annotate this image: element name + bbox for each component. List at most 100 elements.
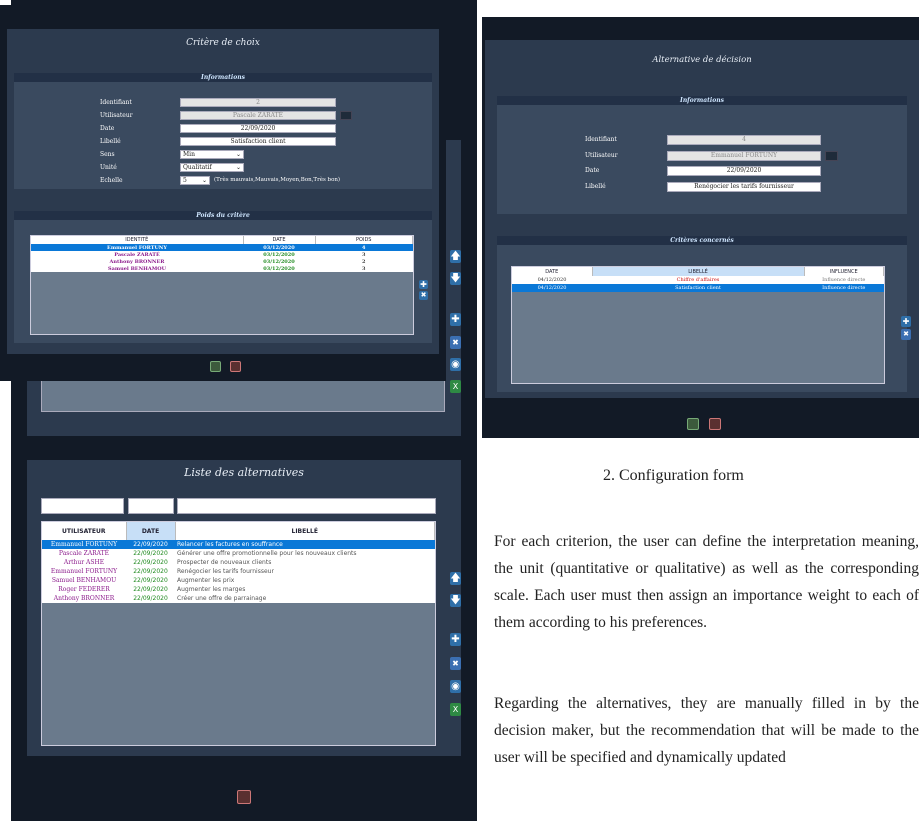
filter-date-input[interactable] xyxy=(128,498,174,514)
sens-value: Min xyxy=(183,151,195,158)
label-utilisateur: Utilisateur xyxy=(100,112,133,119)
list-cross-icon[interactable]: ✖ xyxy=(450,657,461,670)
list-arrow-down-icon[interactable]: 🡇 xyxy=(450,594,461,607)
cell-weight: 3 xyxy=(362,265,366,272)
cell-label: Satisfaction client xyxy=(592,284,804,292)
alternatives-list-panel: Liste des alternatives UTILISATEUR DATE … xyxy=(27,460,461,756)
plus-icon[interactable]: ✚ xyxy=(450,313,461,326)
cell-date: 03/12/2020 xyxy=(263,251,295,258)
echelle-select[interactable]: 5 ⌄ xyxy=(180,176,210,185)
cell-user: Anthony BRONNER xyxy=(53,595,115,602)
col-header-user[interactable]: UTILISATEUR xyxy=(42,522,127,540)
table-row[interactable]: Samuel BENHAMOU 03/12/2020 3 xyxy=(31,265,413,272)
paragraph-criteria: For each criterion, the user can define … xyxy=(494,533,919,631)
echelle-value: 5 xyxy=(183,177,187,184)
list-arrow-up-icon[interactable]: 🡅 xyxy=(450,572,461,585)
list-excel-icon[interactable]: X xyxy=(450,703,461,716)
table-row[interactable]: Roger FEDERER 22/09/2020 Augmenter les mar… xyxy=(42,585,435,594)
date-field[interactable]: 22/09/2020 xyxy=(180,124,336,133)
label-unite: Unité xyxy=(100,164,117,171)
chevron-down-icon: ⌄ xyxy=(201,177,207,184)
criteria-concerned-title: Critères concernés xyxy=(497,236,907,245)
save-icon[interactable] xyxy=(210,361,221,372)
criteria-info-title: Informations xyxy=(14,73,432,82)
col-header-date[interactable]: DATE xyxy=(126,522,176,540)
alternative-window: Alternative de décision Informations Ide… xyxy=(482,17,919,438)
figure-caption: 2. Configuration form xyxy=(603,467,744,484)
cell-date: 22/09/2020 xyxy=(133,559,168,566)
alternative-body: Alternative de décision Informations Ide… xyxy=(485,40,919,398)
alt-libelle-field[interactable]: Renégocier les tarifs fournisseur xyxy=(667,182,821,192)
table-row[interactable]: Emmanuel FORTUNY 03/12/2020 4 xyxy=(31,244,413,251)
table-row[interactable]: 04/12/2020 Chiffre d'affaires Influence di… xyxy=(512,276,884,284)
cell-label: Générer une offre promotionnelle pour le… xyxy=(177,550,357,557)
cell-user: Samuel BENHAMOU xyxy=(51,577,117,584)
cell-user: Emmanuel FORTUNY xyxy=(42,540,126,549)
arrow-down-icon[interactable]: 🡇 xyxy=(450,272,461,285)
list-plus-icon[interactable]: ✚ xyxy=(450,633,461,646)
cell-date: 22/09/2020 xyxy=(133,586,168,593)
label-libelle: Libellé xyxy=(100,138,121,145)
col-header-crit-label[interactable]: LIBELLÉ xyxy=(592,267,805,276)
alt-utilisateur-field: Emmanuel FORTUNY xyxy=(667,151,821,161)
paragraph-alternatives: Regarding the alternatives, they are man… xyxy=(494,695,919,766)
cell-label: Renégocier les tarifs fournisseur xyxy=(177,568,274,575)
cell-user: Arthur ASHE xyxy=(63,559,105,566)
list-view-icon[interactable]: ◉ xyxy=(450,680,461,693)
col-header-poids[interactable]: POIDS xyxy=(315,236,413,244)
cross-icon[interactable]: ✖ xyxy=(450,336,461,349)
criteria-body: Critère de choix Informations Identifian… xyxy=(7,29,439,354)
exit-icon[interactable] xyxy=(230,361,241,372)
table-row[interactable]: Anthony BRONNER 03/12/2020 2 xyxy=(31,258,413,265)
libelle-field[interactable]: Satisfaction client xyxy=(180,137,336,146)
view-icon[interactable]: ◉ xyxy=(450,358,461,371)
col-header-identity[interactable]: IDENTITÉ xyxy=(31,236,244,244)
col-header-crit-date[interactable]: DATE xyxy=(512,267,593,276)
sens-select[interactable]: Min ⌄ xyxy=(180,150,244,159)
alt-label-utilisateur: Utilisateur xyxy=(585,152,618,159)
crit-cross-icon[interactable]: ✖ xyxy=(901,329,911,340)
alt-exit-icon[interactable] xyxy=(709,418,721,430)
cell-date: 22/09/2020 xyxy=(133,568,168,575)
arrow-up-icon[interactable]: 🡅 xyxy=(450,250,461,263)
crit-plus-icon[interactable]: ✚ xyxy=(901,316,911,327)
col-header-weight-date[interactable]: DATE xyxy=(243,236,316,244)
table-row[interactable]: Samuel BENHAMOU 22/09/2020 Augmenter les p… xyxy=(42,576,435,585)
chevron-down-icon: ⌄ xyxy=(235,164,241,171)
criteria-window: Critère de choix Informations Identifian… xyxy=(0,5,446,381)
criteria-concerned-table: DATE LIBELLÉ INFLUENCE 04/12/2020 Chiffre… xyxy=(512,267,884,292)
label-sens: Sens xyxy=(100,151,115,158)
weights-cross-icon[interactable]: ✖ xyxy=(419,291,428,300)
unite-select[interactable]: Qualitatif ⌄ xyxy=(180,163,244,172)
cell-label: Chiffre d'affaires xyxy=(676,277,720,283)
alt-label-libelle: Libellé xyxy=(585,183,606,190)
cell-label: Augmenter les prix xyxy=(177,577,235,584)
table-row[interactable]: Emmanuel FORTUNY 22/09/2020 Renégocier les… xyxy=(42,567,435,576)
table-row[interactable]: Pascale ZARATÉ 22/09/2020 Générer une offr… xyxy=(42,549,435,558)
cell-label: Relancer les factures en souffrance xyxy=(175,540,435,549)
col-header-influence[interactable]: INFLUENCE xyxy=(804,267,884,276)
table-row[interactable]: 04/12/2020 Satisfaction client Influence d… xyxy=(512,284,884,292)
weights-plus-icon[interactable]: ✚ xyxy=(419,280,428,289)
alternative-info-section: Informations Identifiant 4 Utilisateur E… xyxy=(497,96,907,214)
close-door-icon[interactable] xyxy=(237,790,251,804)
chevron-down-icon: ⌄ xyxy=(235,151,241,158)
unite-value: Qualitatif xyxy=(183,164,212,171)
weights-title: Poids du critère xyxy=(14,211,432,220)
col-header-label[interactable]: LIBELLÉ xyxy=(175,522,435,540)
alt-user-picker-button[interactable] xyxy=(825,151,838,161)
table-row[interactable]: Pascale ZARATÉ 03/12/2020 3 xyxy=(31,251,413,258)
table-row[interactable]: Anthony BRONNER 22/09/2020 Créer une offre… xyxy=(42,594,435,603)
cell-user: Emmanuel FORTUNY xyxy=(50,568,118,575)
cell-user: Roger FEDERER xyxy=(58,586,110,593)
alt-date-field[interactable]: 22/09/2020 xyxy=(667,166,821,176)
user-picker-button[interactable] xyxy=(340,111,352,120)
cell-label: Prospecter de nouveaux clients xyxy=(177,559,272,566)
filter-label-input[interactable] xyxy=(177,498,436,514)
cell-date: 03/12/2020 xyxy=(243,244,315,251)
table-row[interactable]: Emmanuel FORTUNY 22/09/2020 Relancer les f… xyxy=(42,540,435,549)
alt-save-icon[interactable] xyxy=(687,418,699,430)
table-row[interactable]: Arthur ASHE 22/09/2020 Prospecter de nouve… xyxy=(42,558,435,567)
excel-icon[interactable]: X xyxy=(450,380,461,393)
filter-user-input[interactable] xyxy=(41,498,124,514)
